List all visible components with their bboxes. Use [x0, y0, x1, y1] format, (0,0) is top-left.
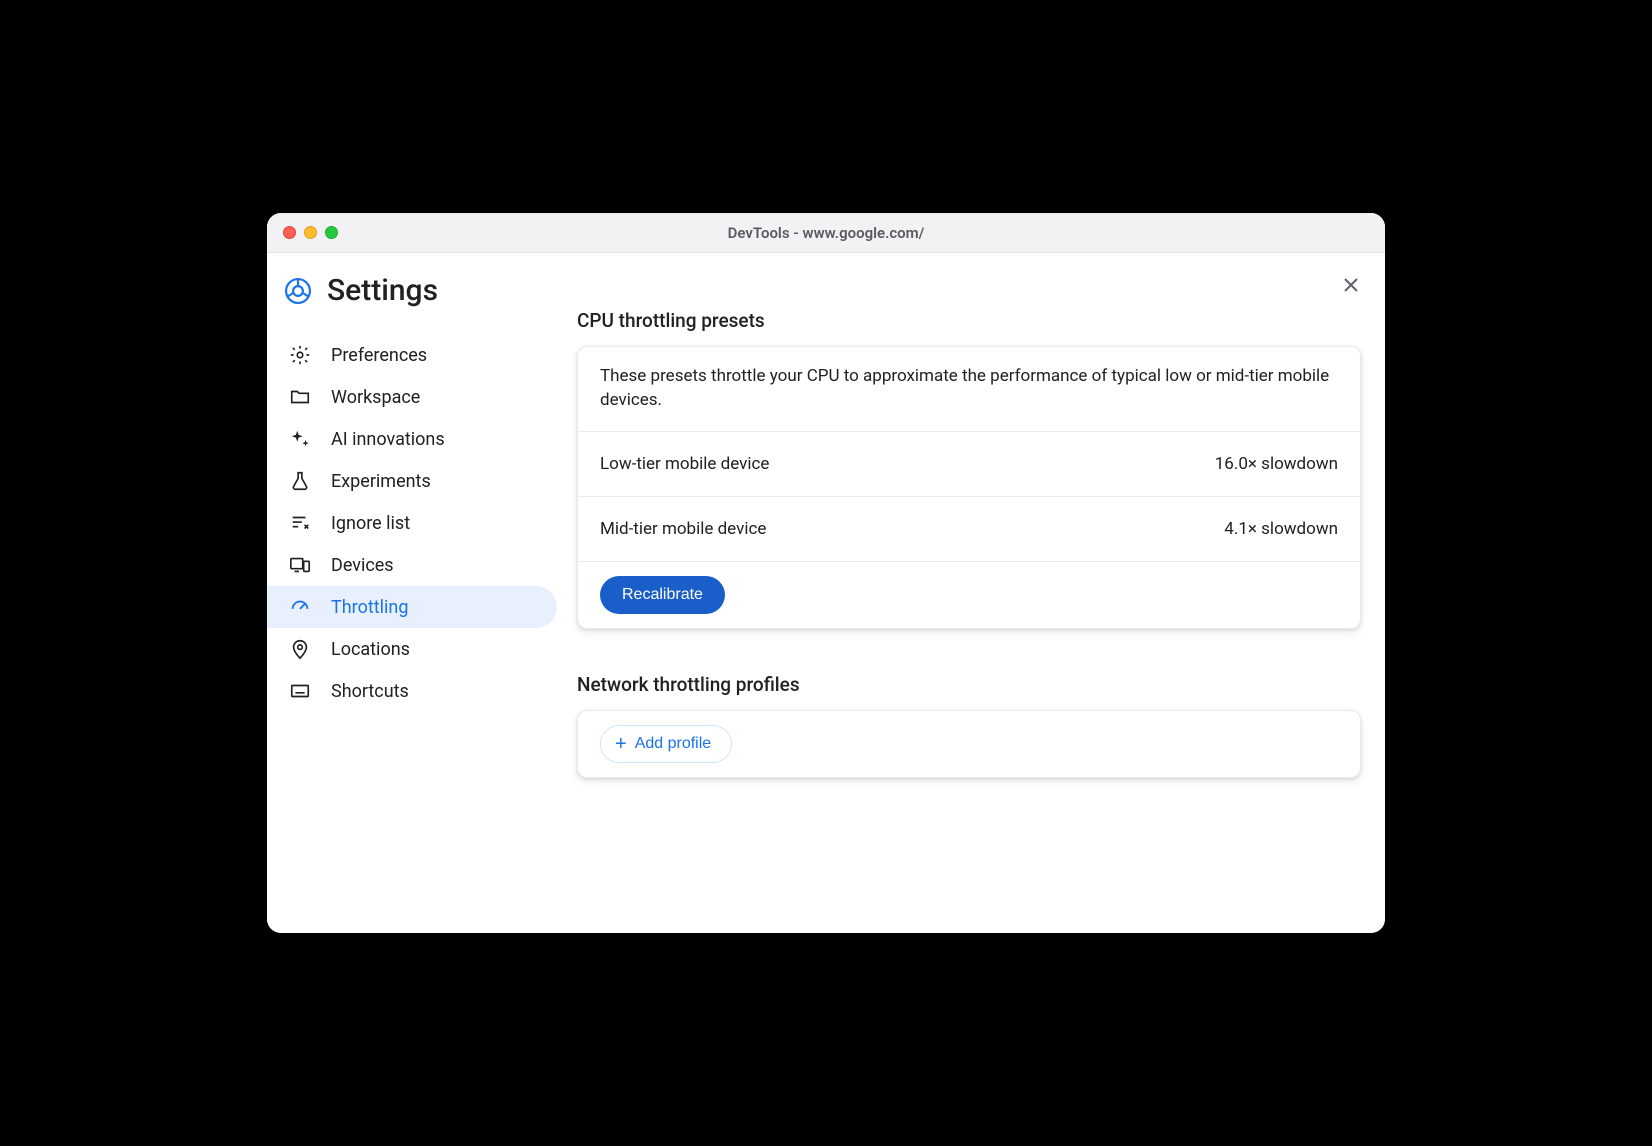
sidebar-item-workspace[interactable]: Workspace [267, 376, 557, 418]
sidebar-item-ignore-list[interactable]: Ignore list [267, 502, 557, 544]
sidebar: Settings Preferences Workspace [267, 253, 567, 933]
flask-icon [289, 470, 311, 492]
sidebar-item-label: Workspace [331, 387, 420, 408]
close-window-button[interactable] [283, 226, 296, 239]
window-title: DevTools - www.google.com/ [267, 224, 1385, 242]
network-throttling-section: Network throttling profiles + Add profil… [577, 673, 1361, 778]
sidebar-item-preferences[interactable]: Preferences [267, 334, 557, 376]
sidebar-item-locations[interactable]: Locations [267, 628, 557, 670]
minimize-window-button[interactable] [304, 226, 317, 239]
sidebar-item-devices[interactable]: Devices [267, 544, 557, 586]
titlebar: DevTools - www.google.com/ [267, 213, 1385, 253]
sidebar-item-ai-innovations[interactable]: AI innovations [267, 418, 557, 460]
preset-row: Low-tier mobile device 16.0× slowdown [578, 432, 1360, 497]
sidebar-item-label: Preferences [331, 345, 427, 366]
plus-icon: + [615, 734, 627, 754]
sidebar-item-label: AI innovations [331, 429, 445, 450]
add-profile-button[interactable]: + Add profile [600, 725, 732, 763]
sidebar-item-label: Throttling [331, 597, 408, 618]
sidebar-item-label: Shortcuts [331, 681, 409, 702]
cpu-throttling-card: These presets throttle your CPU to appro… [577, 346, 1361, 629]
sidebar-item-label: Devices [331, 555, 394, 576]
preset-value: 16.0× slowdown [1215, 454, 1338, 474]
close-icon[interactable] [1341, 275, 1361, 299]
content-area: Settings Preferences Workspace [267, 253, 1385, 933]
card-footer: Recalibrate [578, 562, 1360, 628]
sidebar-item-shortcuts[interactable]: Shortcuts [267, 670, 557, 712]
speedometer-icon [289, 596, 311, 618]
preset-row: Mid-tier mobile device 4.1× slowdown [578, 497, 1360, 562]
traffic-lights [283, 226, 338, 239]
chrome-devtools-icon [285, 278, 311, 304]
preset-name: Mid-tier mobile device [600, 519, 766, 539]
sidebar-item-label: Locations [331, 639, 410, 660]
recalibrate-button[interactable]: Recalibrate [600, 576, 725, 614]
sidebar-item-experiments[interactable]: Experiments [267, 460, 557, 502]
devtools-window: DevTools - www.google.com/ Settings Pref… [267, 213, 1385, 933]
filter-x-icon [289, 512, 311, 534]
preset-value: 4.1× slowdown [1224, 519, 1338, 539]
add-profile-label: Add profile [635, 735, 712, 753]
sidebar-item-label: Experiments [331, 471, 431, 492]
settings-header: Settings [285, 273, 557, 308]
settings-nav: Preferences Workspace AI innovations [283, 334, 557, 712]
cpu-throttling-title: CPU throttling presets [577, 309, 1361, 332]
sidebar-item-label: Ignore list [331, 513, 410, 534]
sidebar-item-throttling[interactable]: Throttling [267, 586, 557, 628]
sparkle-icon [289, 428, 311, 450]
settings-title: Settings [327, 273, 438, 308]
network-throttling-card: + Add profile [577, 710, 1361, 778]
gear-icon [289, 344, 311, 366]
devices-icon [289, 554, 311, 576]
maximize-window-button[interactable] [325, 226, 338, 239]
network-throttling-title: Network throttling profiles [577, 673, 1361, 696]
folder-icon [289, 386, 311, 408]
cpu-throttling-description: These presets throttle your CPU to appro… [578, 347, 1360, 432]
keyboard-icon [289, 680, 311, 702]
location-pin-icon [289, 638, 311, 660]
preset-name: Low-tier mobile device [600, 454, 769, 474]
main-panel: CPU throttling presets These presets thr… [567, 253, 1385, 933]
